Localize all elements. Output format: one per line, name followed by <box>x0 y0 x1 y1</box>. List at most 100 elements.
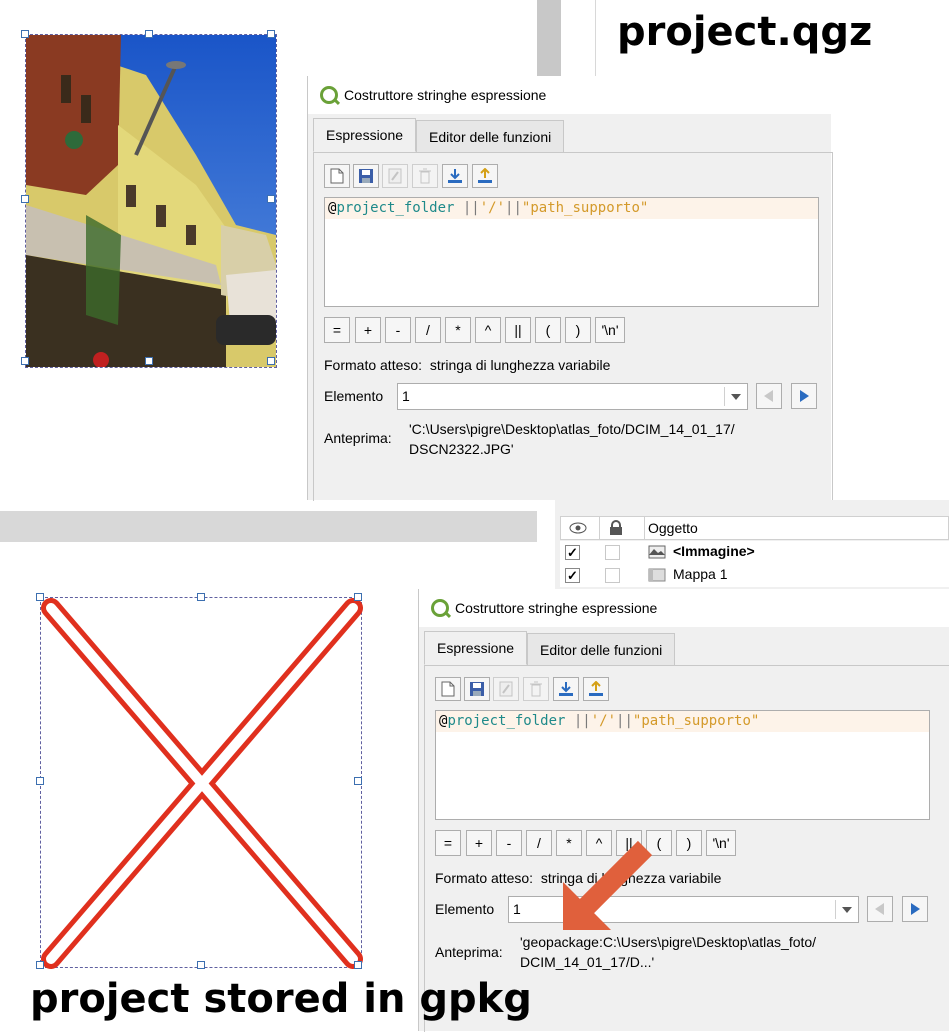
background-divider <box>595 0 596 80</box>
edit-icon[interactable] <box>493 677 519 701</box>
selection-handle[interactable] <box>354 961 362 969</box>
preview-label: Anteprima: <box>324 430 392 446</box>
operator-minus-button[interactable]: - <box>385 317 411 343</box>
lock-icon <box>610 520 622 535</box>
edit-icon[interactable] <box>382 164 408 188</box>
item-label: <Immagine> <box>673 543 755 559</box>
previous-feature-button[interactable] <box>867 896 893 922</box>
token-string: "path_supporto" <box>521 200 649 216</box>
next-feature-button[interactable] <box>791 383 817 409</box>
background-panel-strip <box>0 511 537 542</box>
selection-handle[interactable] <box>145 357 153 365</box>
operator-open-paren-button[interactable]: ( <box>535 317 561 343</box>
save-icon[interactable] <box>464 677 490 701</box>
token-operator: || <box>616 713 633 729</box>
selection-handle[interactable] <box>354 777 362 785</box>
arrow-right-icon <box>911 903 920 915</box>
import-icon[interactable] <box>442 164 468 188</box>
operator-newline-button[interactable]: '\n' <box>595 317 625 343</box>
lock-checkbox[interactable] <box>605 545 620 560</box>
import-icon[interactable] <box>553 677 579 701</box>
operator-plus-button[interactable]: + <box>355 317 381 343</box>
operator-newline-button[interactable]: '\n' <box>706 830 736 856</box>
selection-handle[interactable] <box>145 30 153 38</box>
selection-handle[interactable] <box>197 961 205 969</box>
list-item[interactable]: ✓ <Immagine> <box>560 541 949 564</box>
operator-divide-button[interactable]: / <box>526 830 552 856</box>
element-value: 1 <box>513 901 521 917</box>
tab-expression[interactable]: Espressione <box>313 118 417 152</box>
next-feature-button[interactable] <box>902 896 928 922</box>
delete-icon[interactable] <box>523 677 549 701</box>
operator-equals-button[interactable]: = <box>324 317 350 343</box>
visibility-checkbox[interactable]: ✓ <box>565 568 580 583</box>
expected-format-caption: Formato atteso: <box>324 357 423 373</box>
operator-equals-button[interactable]: = <box>435 830 461 856</box>
selection-handle[interactable] <box>267 30 275 38</box>
photo-item[interactable] <box>25 34 277 368</box>
dialog-title: Costruttore stringhe espressione <box>455 600 658 616</box>
missing-picture-item[interactable] <box>40 597 363 969</box>
token-string: '/' <box>590 713 617 729</box>
selection-handle[interactable] <box>36 777 44 785</box>
selection-handle[interactable] <box>267 357 275 365</box>
qgis-logo-icon <box>431 599 449 617</box>
expression-editor[interactable]: @project_folder ||'/'||"path_supporto" <box>435 710 930 820</box>
new-file-icon[interactable] <box>435 677 461 701</box>
delete-icon[interactable] <box>412 164 438 188</box>
tab-expression[interactable]: Espressione <box>424 631 528 665</box>
element-value: 1 <box>402 388 410 404</box>
expression-line: @project_folder ||'/'||"path_supporto" <box>436 711 929 732</box>
selection-handle[interactable] <box>197 593 205 601</box>
selection-handle[interactable] <box>36 593 44 601</box>
operator-minus-button[interactable]: - <box>496 830 522 856</box>
element-combo[interactable]: 1 <box>397 383 748 410</box>
selection-handle[interactable] <box>21 357 29 365</box>
background-panel-strip <box>537 0 561 80</box>
tab-function-editor[interactable]: Editor delle funzioni <box>527 633 676 665</box>
token-variable: project_folder <box>336 200 455 216</box>
selection-handle[interactable] <box>21 30 29 38</box>
map-item-icon <box>648 568 666 582</box>
annotation-arrow-icon <box>563 840 653 930</box>
previous-feature-button[interactable] <box>756 383 782 409</box>
token-string: '/' <box>479 200 506 216</box>
list-item[interactable]: ✓ Mappa 1 <box>560 564 949 587</box>
selection-handle[interactable] <box>267 195 275 203</box>
export-icon[interactable] <box>583 677 609 701</box>
operator-divide-button[interactable]: / <box>415 317 441 343</box>
expression-editor[interactable]: @project_folder ||'/'||"path_supporto" <box>324 197 819 307</box>
broken-image-icon <box>41 598 363 969</box>
export-icon[interactable] <box>472 164 498 188</box>
new-file-icon[interactable] <box>324 164 350 188</box>
bottom-caption: project stored in gpkg <box>30 976 532 1022</box>
preview-label: Anteprima: <box>435 944 503 960</box>
operator-concat-button[interactable]: || <box>505 317 531 343</box>
selection-handle[interactable] <box>354 593 362 601</box>
operator-plus-button[interactable]: + <box>466 830 492 856</box>
expression-line: @project_folder ||'/'||"path_supporto" <box>325 198 818 219</box>
operator-multiply-button[interactable]: * <box>445 317 471 343</box>
lock-checkbox[interactable] <box>605 568 620 583</box>
token-operator: || <box>505 200 522 216</box>
selection-handle[interactable] <box>36 961 44 969</box>
street-photo <box>26 35 276 367</box>
items-column-header: Oggetto <box>648 520 698 536</box>
operator-close-paren-button[interactable]: ) <box>676 830 702 856</box>
tab-function-editor[interactable]: Editor delle funzioni <box>416 120 565 152</box>
visibility-checkbox[interactable]: ✓ <box>565 545 580 560</box>
dialog-title: Costruttore stringhe espressione <box>344 87 547 103</box>
arrow-right-icon <box>800 390 809 402</box>
combo-separator <box>835 900 836 919</box>
selection-handle[interactable] <box>21 195 29 203</box>
save-icon[interactable] <box>353 164 379 188</box>
token-operator: || <box>454 200 480 216</box>
token-string: "path_supporto" <box>632 713 760 729</box>
items-header: Oggetto <box>560 516 949 540</box>
image-item-icon <box>648 545 666 559</box>
arrow-left-icon <box>875 903 884 915</box>
operator-close-paren-button[interactable]: ) <box>565 317 591 343</box>
chevron-down-icon <box>731 394 741 400</box>
preview-line: DCIM_14_01_17/D...' <box>520 954 655 970</box>
operator-power-button[interactable]: ^ <box>475 317 501 343</box>
